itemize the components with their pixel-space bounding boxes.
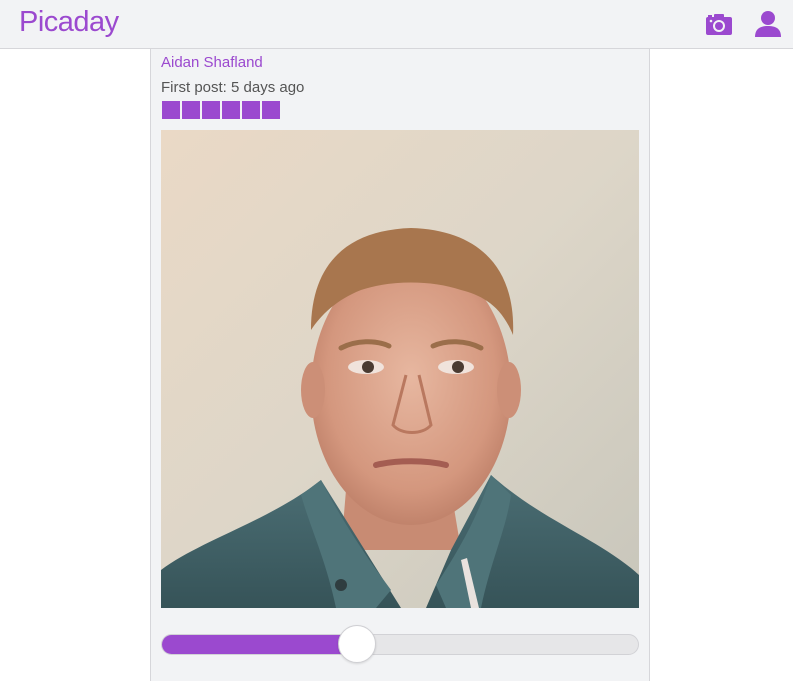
photo-slider-track[interactable] bbox=[161, 634, 639, 655]
streak-indicator bbox=[162, 101, 282, 119]
camera-icon bbox=[706, 14, 732, 35]
streak-square bbox=[162, 101, 180, 119]
photo-slider-thumb[interactable] bbox=[338, 625, 376, 663]
user-icon bbox=[755, 11, 781, 37]
author-name-link[interactable]: Aidan Shafland bbox=[161, 54, 263, 71]
streak-square bbox=[182, 101, 200, 119]
post-card: Aidan Shafland First post: 5 days ago bbox=[150, 49, 650, 681]
app-logo[interactable]: Picaday bbox=[19, 6, 119, 39]
streak-square bbox=[222, 101, 240, 119]
post-photo bbox=[161, 130, 639, 608]
camera-button[interactable] bbox=[705, 12, 733, 36]
streak-square bbox=[262, 101, 280, 119]
portrait-photo bbox=[161, 130, 639, 608]
streak-square bbox=[202, 101, 220, 119]
profile-button[interactable] bbox=[754, 10, 782, 38]
first-post-text: First post: 5 days ago bbox=[161, 79, 305, 96]
top-bar: Picaday bbox=[0, 0, 793, 49]
photo-slider-fill bbox=[162, 635, 358, 654]
streak-square bbox=[242, 101, 260, 119]
